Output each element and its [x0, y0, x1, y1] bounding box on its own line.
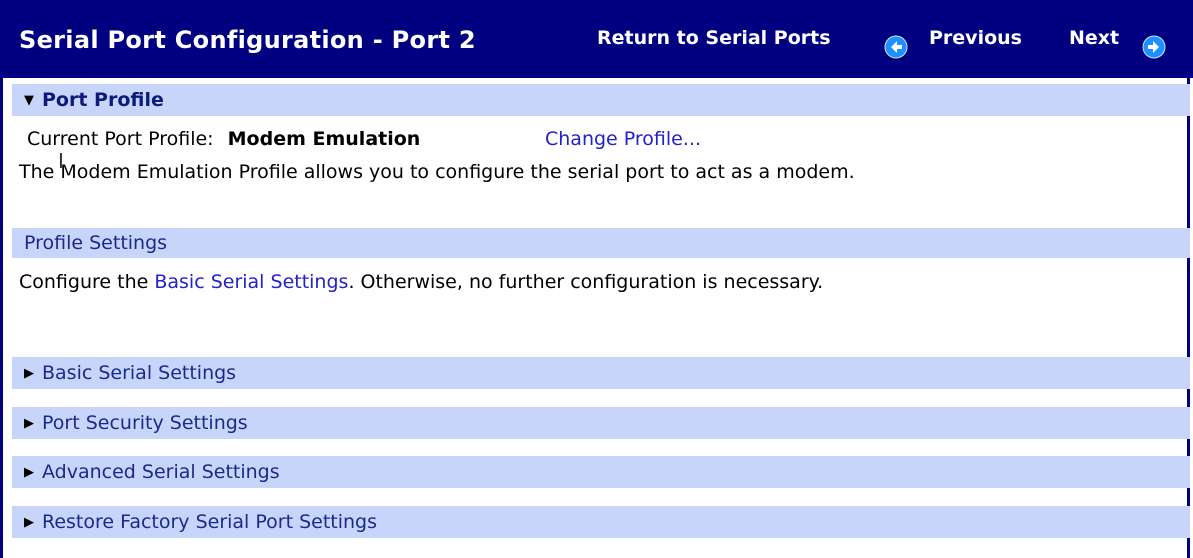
header-bar: Serial Port Configuration - Port 2 Retur…	[0, 0, 1193, 78]
section-label: Port Security Settings	[42, 412, 248, 434]
profile-settings-title: Profile Settings	[24, 232, 168, 254]
advanced-serial-settings-section[interactable]: ▶ Advanced Serial Settings	[12, 456, 1190, 488]
port-security-settings-section[interactable]: ▶ Port Security Settings	[12, 407, 1190, 439]
current-profile-value: Modem Emulation	[227, 128, 421, 150]
profile-settings-text-after: . Otherwise, no further configuration is…	[348, 271, 824, 293]
section-label: Advanced Serial Settings	[42, 461, 280, 483]
next-link[interactable]: Next	[1069, 27, 1119, 49]
next-arrow-icon[interactable]	[1142, 35, 1166, 59]
triangle-right-icon: ▶	[24, 515, 34, 530]
triangle-right-icon: ▶	[24, 465, 34, 480]
page-title: Serial Port Configuration - Port 2	[19, 26, 476, 54]
profile-settings-section-header: Profile Settings	[12, 228, 1190, 258]
port-profile-title: Port Profile	[42, 89, 164, 111]
previous-link[interactable]: Previous	[929, 27, 1022, 49]
section-label: Basic Serial Settings	[42, 362, 237, 384]
restore-factory-settings-section[interactable]: ▶ Restore Factory Serial Port Settings	[12, 506, 1190, 538]
profile-settings-text: Configure the Basic Serial Settings. Oth…	[19, 271, 823, 293]
change-profile-link[interactable]: Change Profile...	[545, 128, 701, 150]
current-profile-row: Current Port Profile: Modem Emulation	[27, 128, 420, 150]
profile-description: The Modem Emulation Profile allows you t…	[19, 161, 855, 183]
triangle-down-icon: ▼	[24, 93, 34, 108]
return-to-serial-ports-link[interactable]: Return to Serial Ports	[597, 27, 831, 49]
text-cursor-icon: I	[58, 149, 64, 173]
profile-settings-text-before: Configure the	[19, 271, 155, 293]
triangle-right-icon: ▶	[24, 416, 34, 431]
current-profile-label: Current Port Profile:	[27, 128, 214, 150]
port-profile-section-header[interactable]: ▼ Port Profile	[12, 84, 1190, 116]
basic-serial-settings-section[interactable]: ▶ Basic Serial Settings	[12, 357, 1190, 389]
section-label: Restore Factory Serial Port Settings	[42, 511, 378, 533]
basic-serial-settings-link[interactable]: Basic Serial Settings	[154, 271, 348, 293]
triangle-right-icon: ▶	[24, 366, 34, 381]
previous-arrow-icon[interactable]	[884, 35, 908, 59]
